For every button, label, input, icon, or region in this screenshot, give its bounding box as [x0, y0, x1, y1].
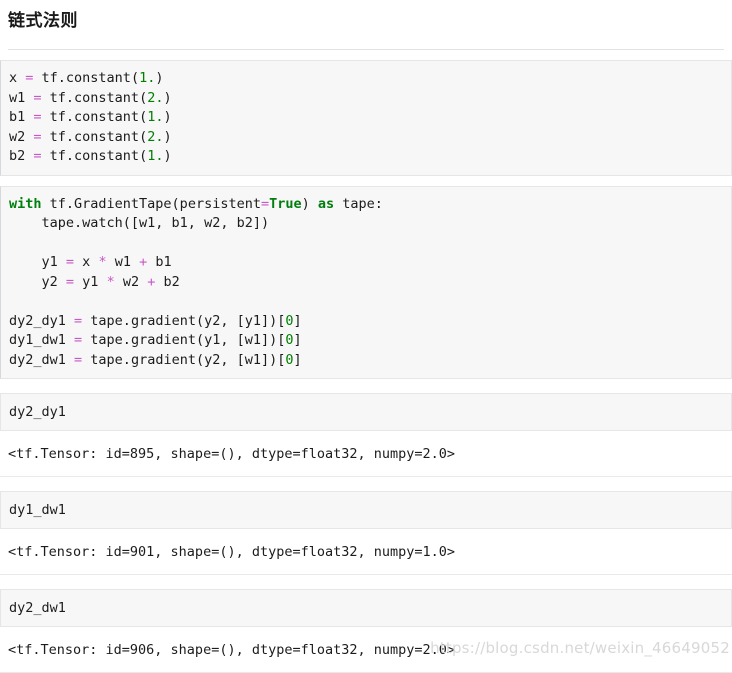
- code-token-op: +: [139, 254, 148, 270]
- code-token-op: =: [33, 128, 42, 145]
- title-divider: [8, 49, 724, 50]
- output-divider: [0, 476, 732, 477]
- code-line: w1 = tf.constant(2.): [9, 89, 721, 109]
- code-token-op: =: [74, 332, 83, 348]
- code-token-plain: tape.watch([w1, b1, w2, b2]): [9, 215, 270, 231]
- output-dy2-dw1-result: <tf.Tensor: id=906, shape=(), dtype=floa…: [8, 642, 456, 658]
- output-variable-label: dy1_dw1: [9, 502, 66, 518]
- code-token-op: *: [106, 273, 115, 290]
- output-dy1-dw1-label-box[interactable]: dy1_dw1: [0, 491, 732, 529]
- code-token-kw: with: [9, 195, 42, 212]
- code-cell-gradienttape[interactable]: with tf.GradientTape(persistent=True) as…: [0, 185, 732, 379]
- code-token-op: =: [65, 254, 75, 270]
- code-line: b2 = tf.constant(1.): [9, 147, 721, 167]
- code-token-kw: True: [269, 195, 302, 212]
- code-token-num: 2.: [147, 128, 164, 145]
- output-dy2-dy1-label-box[interactable]: dy2_dy1: [0, 393, 732, 431]
- code-line: x = tf.constant(1.): [9, 69, 721, 89]
- code-token-plain: tape.gradient(y1, [w1])[: [82, 332, 286, 348]
- code-token-plain: ): [301, 195, 318, 212]
- code-token-plain: tf.constant(: [41, 89, 148, 106]
- output-divider: [0, 574, 732, 575]
- output-variable-label: dy2_dy1: [9, 404, 66, 420]
- code-line: dy1_dw1 = tape.gradient(y1, [w1])[0]: [9, 331, 721, 351]
- code-token-plain: ): [163, 128, 172, 145]
- code-line: y2 = y1 * w2 + b2: [9, 273, 721, 293]
- notebook-cells-container: x = tf.constant(1.) w1 = tf.constant(2.) b…: [0, 60, 732, 673]
- code-token-op: =: [65, 273, 75, 290]
- code-token-kw: as: [317, 195, 335, 212]
- code-token-num: 2.: [147, 89, 164, 106]
- code-token-num: 0: [285, 332, 294, 348]
- code-token-op: =: [260, 195, 270, 212]
- code-token-plain: tf.constant(: [41, 148, 148, 164]
- code-line: w2 = tf.constant(2.): [9, 128, 721, 148]
- code-token-plain: tf.constant(: [41, 109, 148, 125]
- code-token-plain: y1: [74, 273, 107, 290]
- code-token-plain: y1: [9, 254, 66, 270]
- code-token-plain: w2: [9, 128, 34, 145]
- code-token-op: =: [33, 148, 42, 164]
- code-token-plain: ): [163, 109, 172, 125]
- code-token-plain: w2: [114, 273, 148, 290]
- code-token-op: =: [74, 351, 83, 368]
- code-token-plain: tape:: [334, 195, 383, 212]
- code-token-plain: ): [163, 89, 172, 106]
- code-token-plain: x: [74, 254, 99, 270]
- code-token-num: 1.: [139, 70, 156, 86]
- code-token-op: =: [33, 109, 42, 125]
- code-token-num: 0: [285, 312, 294, 329]
- code-token-num: 1.: [147, 109, 164, 125]
- code-line: dy2_dy1 = tape.gradient(y2, [y1])[0]: [9, 312, 721, 332]
- code-token-plain: tape.gradient(y2, [w1])[: [82, 351, 286, 368]
- code-token-plain: tf.GradientTape(persistent: [41, 195, 261, 212]
- code-token-plain: tf.constant(: [41, 128, 148, 145]
- code-token-op: =: [33, 89, 42, 106]
- code-line: b1 = tf.constant(1.): [9, 108, 721, 128]
- code-token-op: =: [74, 312, 83, 329]
- code-token-plain: b2: [155, 273, 180, 290]
- code-token-plain: b2: [9, 148, 34, 164]
- output-dy1-dw1-result: <tf.Tensor: id=901, shape=(), dtype=floa…: [8, 544, 456, 560]
- code-token-plain: ]: [293, 312, 302, 329]
- code-line: with tf.GradientTape(persistent=True) as…: [9, 195, 721, 215]
- code-token-num: 1.: [147, 148, 164, 164]
- code-token-plain: dy2_dw1: [9, 351, 75, 368]
- output-variable-label: dy2_dw1: [9, 600, 66, 616]
- code-token-plain: b1: [147, 254, 172, 270]
- output-dy2-dw1-label-box[interactable]: dy2_dw1: [0, 589, 732, 627]
- code-cell-constants[interactable]: x = tf.constant(1.) w1 = tf.constant(2.) b…: [0, 60, 732, 176]
- title-area: 链式法则: [0, 0, 732, 50]
- code-token-plain: y2: [9, 273, 66, 290]
- code-token-plain: dy2_dy1: [9, 312, 75, 329]
- code-token-plain: x: [9, 70, 26, 86]
- code-token-plain: ]: [293, 351, 302, 368]
- code-token-plain: b1: [9, 109, 34, 125]
- code-token-plain: ]: [293, 332, 302, 348]
- code-token-plain: w1: [106, 254, 140, 270]
- code-line: y1 = x * w1 + b1: [9, 253, 721, 273]
- code-token-op: *: [98, 254, 107, 270]
- output-dy2-dy1-result: <tf.Tensor: id=895, shape=(), dtype=floa…: [8, 446, 456, 462]
- code-line: dy2_dw1 = tape.gradient(y2, [w1])[0]: [9, 351, 721, 371]
- code-token-plain: w1: [9, 89, 34, 106]
- code-token-num: 0: [285, 351, 294, 368]
- code-line: tape.watch([w1, b1, w2, b2]): [9, 214, 721, 234]
- code-token-plain: tape.gradient(y2, [y1])[: [82, 312, 286, 329]
- code-token-plain: ): [163, 148, 172, 164]
- page-title: 链式法则: [8, 11, 78, 31]
- code-token-plain: dy1_dw1: [9, 332, 75, 348]
- code-token-plain: tf.constant(: [33, 70, 140, 86]
- code-token-plain: ): [155, 70, 164, 86]
